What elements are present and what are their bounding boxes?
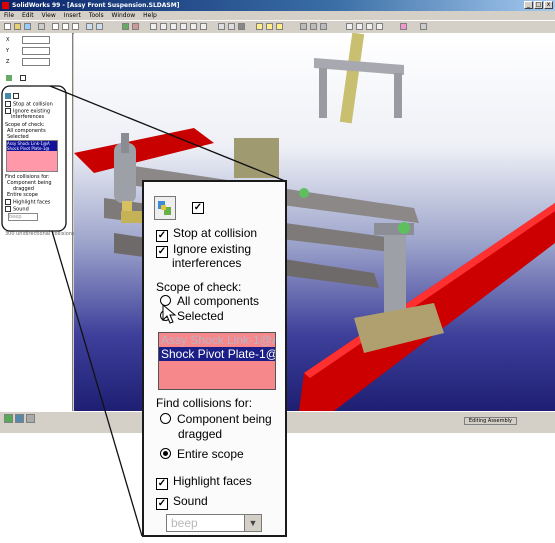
scope-of-check-label: Scope of check:: [156, 280, 242, 294]
list-item[interactable]: Assy Shock Link-1@A: [159, 333, 275, 347]
component-being-dragged-radio[interactable]: Component being: [160, 412, 272, 426]
ignore-existing-label-2: interferences: [172, 256, 242, 270]
chevron-down-icon[interactable]: ▼: [244, 515, 261, 531]
stop-at-collision-checkbox[interactable]: ✓ Stop at collision: [156, 226, 257, 242]
selected-components-list[interactable]: Assy Shock Link-1@A Shock Pivot Plate-1@: [158, 332, 276, 390]
entire-scope-radio[interactable]: Entire scope: [160, 447, 244, 461]
mouse-cursor-icon: [162, 304, 177, 324]
stop-at-collision-label: Stop at collision: [173, 226, 258, 240]
ignore-existing-label: Ignore existing: [173, 242, 252, 256]
sound-select[interactable]: beep ▼: [166, 514, 262, 532]
sound-select-value: beep: [171, 516, 198, 530]
collision-toggle-checkbox[interactable]: ✓: [192, 198, 209, 214]
callout-line-top: [49, 85, 286, 182]
find-collisions-for-label: Find collisions for:: [156, 396, 253, 410]
component-being-dragged-label-2: dragged: [178, 427, 223, 441]
callout-highlight-outline: [1, 85, 67, 232]
highlight-faces-checkbox[interactable]: ✓ Highlight faces: [156, 474, 252, 490]
collision-detection-panel-zoomed: ✓ ✓ Stop at collision ✓ Ignore existing in…: [142, 180, 287, 537]
sound-checkbox[interactable]: ✓ Sound: [156, 494, 208, 510]
collision-tool-icon[interactable]: [154, 196, 176, 220]
list-item-selected[interactable]: Shock Pivot Plate-1@: [159, 347, 275, 361]
callout-line-bottom: [51, 230, 143, 537]
